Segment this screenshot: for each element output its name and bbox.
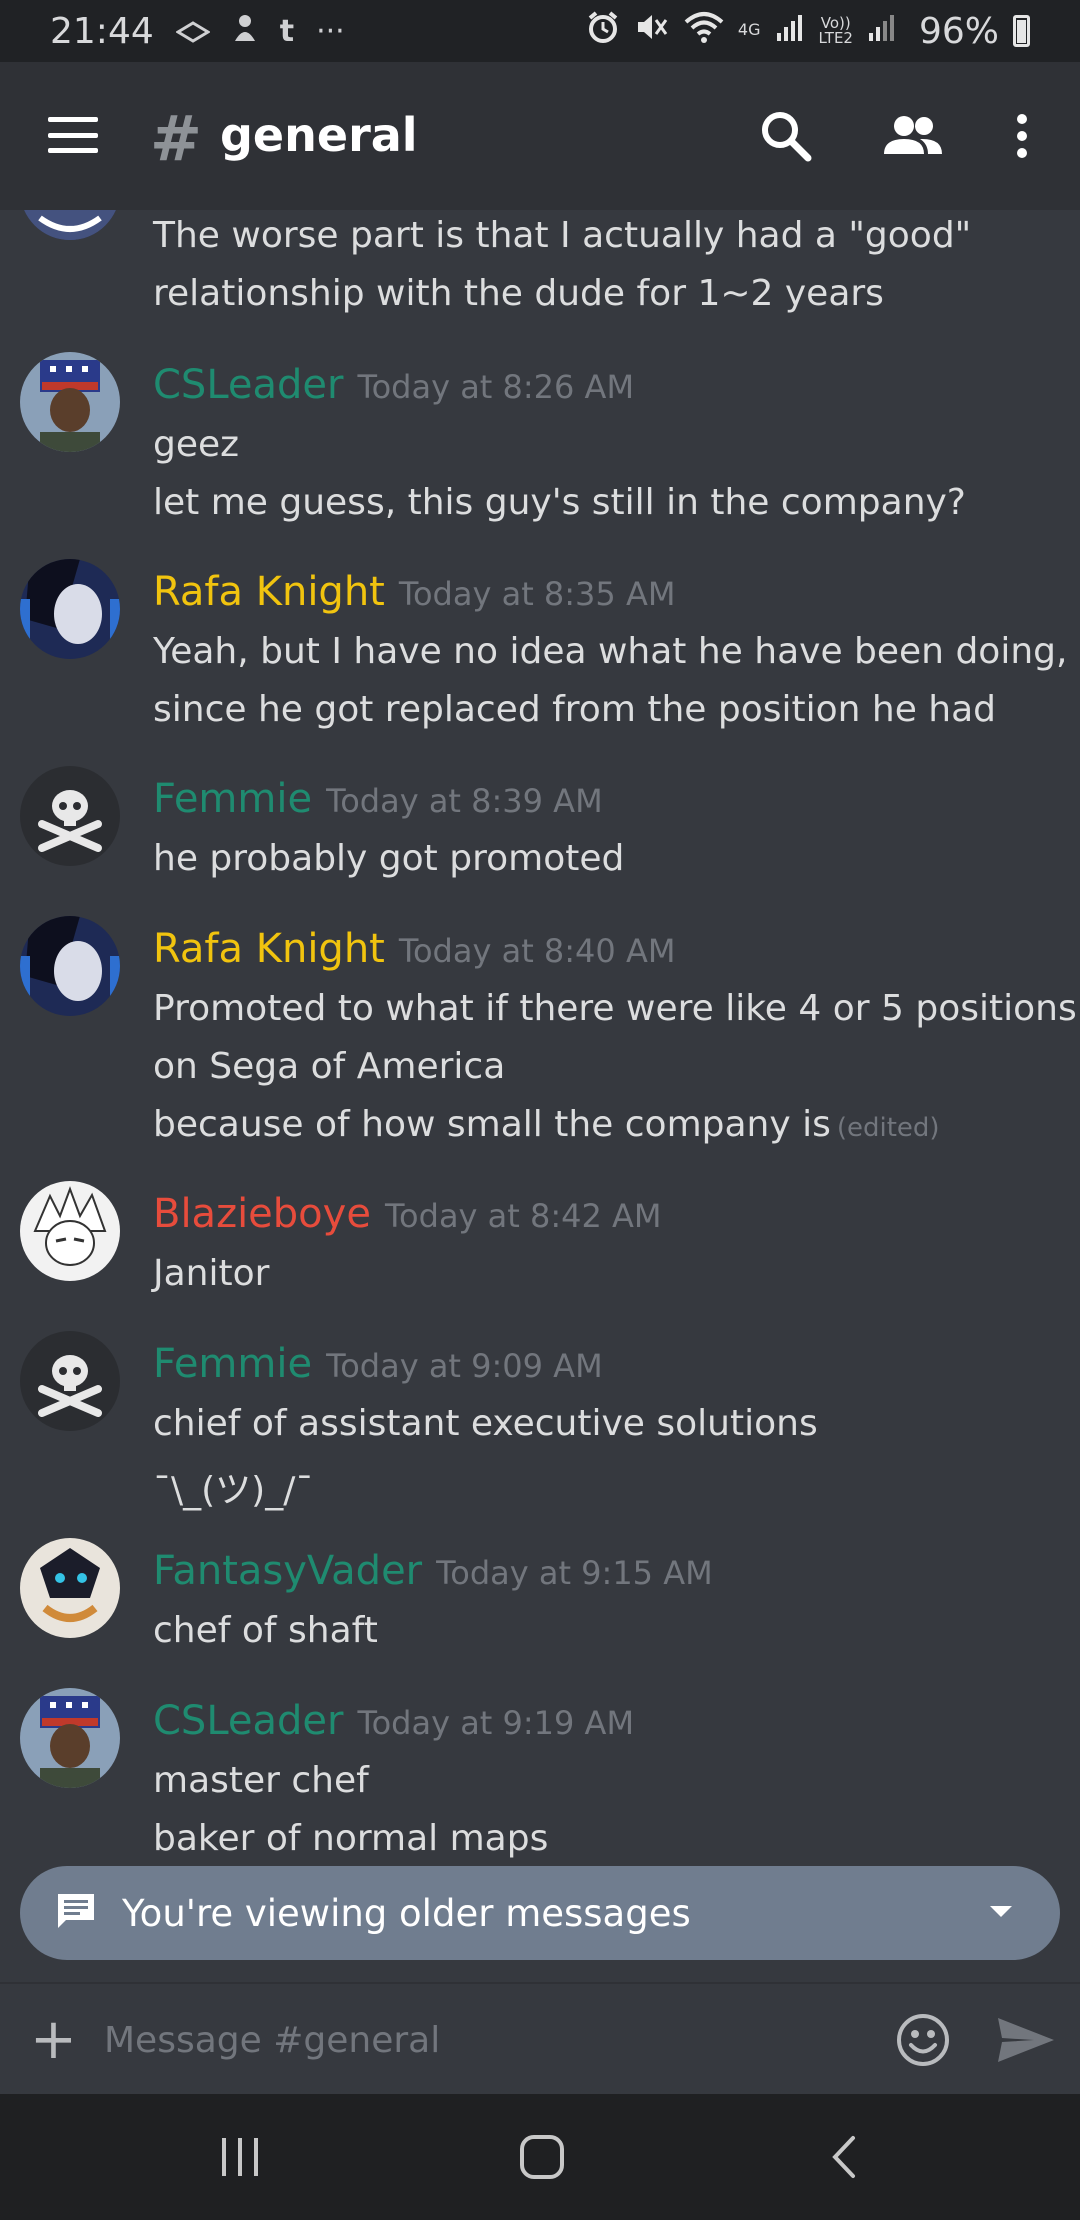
message-text: because of how small the company is (153, 1104, 831, 1145)
author-name[interactable]: Rafa Knight (153, 569, 385, 615)
message-line: since he got replaced from the position … (153, 689, 997, 730)
message-line: The worse part is that I actually had a … (153, 215, 972, 256)
message-line: geez (153, 424, 240, 465)
search-icon[interactable] (756, 106, 816, 166)
menu-icon[interactable] (48, 117, 98, 153)
author-name[interactable]: Blazieboye (153, 1191, 371, 1237)
signal-icon (775, 11, 805, 52)
signal-2-icon (867, 11, 897, 52)
members-icon[interactable] (880, 106, 946, 166)
message-line: relationship with the dude for 1~2 years (153, 273, 884, 314)
more-options-icon[interactable] (1000, 106, 1044, 166)
avatar[interactable] (20, 916, 120, 1016)
message-timestamp: Today at 8:40 AM (398, 932, 676, 970)
message-header: CSLeader Today at 8:26 AM (153, 362, 634, 408)
message-line: ¯\_(ツ)_/¯ (153, 1470, 314, 1511)
back-icon[interactable] (815, 2132, 875, 2182)
message-icon (54, 1890, 98, 1936)
tumblr-icon: t (279, 13, 295, 49)
avatar[interactable] (20, 766, 120, 866)
wifi-icon (684, 10, 724, 53)
volte-indicator: Vo)) LTE2 (819, 16, 853, 46)
message-timestamp: Today at 9:09 AM (326, 1347, 603, 1385)
message-line: chief of assistant executive solutions (153, 1403, 818, 1444)
author-name[interactable]: Femmie (153, 776, 312, 822)
system-nav-bar (0, 2094, 1080, 2220)
message-line: master chef (153, 1760, 369, 1801)
author-name[interactable]: FantasyVader (153, 1548, 422, 1594)
send-icon[interactable] (996, 2014, 1056, 2066)
older-messages-banner[interactable]: You're viewing older messages (20, 1866, 1060, 1960)
message-timestamp: Today at 9:19 AM (357, 1704, 635, 1742)
message-line: baker of normal maps (153, 1818, 549, 1859)
lte2-label: LTE2 (818, 29, 853, 47)
message-timestamp: Today at 9:15 AM (436, 1554, 713, 1592)
alarm-icon (586, 10, 620, 53)
author-name[interactable]: Femmie (153, 1341, 312, 1387)
message-header: Rafa Knight Today at 8:35 AM (153, 569, 675, 615)
message-header: Blazieboye Today at 8:42 AM (153, 1191, 662, 1237)
message-line: he probably got promoted (153, 838, 625, 879)
emoji-icon[interactable] (895, 2012, 951, 2068)
avatar[interactable] (20, 1688, 120, 1788)
message-header: FantasyVader Today at 9:15 AM (153, 1548, 713, 1594)
message-line: because of how small the company is (edit… (153, 1104, 940, 1145)
battery-percent: 96% (918, 10, 999, 52)
message-line: let me guess, this guy's still in the co… (153, 482, 966, 523)
edited-label: (edited) (836, 1113, 940, 1143)
mute-icon (634, 10, 670, 53)
avatar[interactable] (20, 352, 120, 452)
author-name[interactable]: CSLeader (153, 1698, 343, 1744)
avatar[interactable] (20, 210, 120, 240)
message-timestamp: Today at 8:35 AM (398, 575, 676, 613)
channel-header: # general (0, 62, 1080, 210)
message-composer: + (0, 1982, 1080, 2094)
avatar[interactable] (20, 1538, 120, 1638)
channel-title[interactable]: general (220, 108, 418, 162)
message-header: Rafa Knight Today at 8:40 AM (153, 926, 675, 972)
add-attachment-button[interactable]: + (30, 2012, 77, 2068)
author-name[interactable]: Rafa Knight (153, 926, 385, 972)
squirrel-icon (232, 11, 258, 52)
status-bar: 21:44 t ··· 4G Vo)) LTE2 96% (0, 0, 1080, 62)
network-4g-label: 4G (737, 19, 761, 39)
message-header: CSLeader Today at 9:19 AM (153, 1698, 634, 1744)
channel-hash-icon: # (150, 102, 202, 175)
message-timestamp: Today at 8:42 AM (384, 1197, 662, 1235)
message-line: on Sega of America (153, 1046, 506, 1087)
battery-icon (1013, 15, 1030, 47)
message-line: chef of shaft (153, 1610, 378, 1651)
author-name[interactable]: CSLeader (153, 362, 343, 408)
clock: 21:44 (50, 10, 154, 52)
message-line: Yeah, but I have no idea what he have be… (153, 631, 1068, 672)
home-icon[interactable] (512, 2132, 572, 2182)
older-messages-text: You're viewing older messages (122, 1891, 691, 1935)
chevron-down-icon[interactable] (990, 1906, 1012, 1917)
more-dots-icon: ··· (316, 13, 345, 49)
message-list[interactable]: The worse part is that I actually had a … (0, 210, 1080, 1980)
avatar[interactable] (20, 1331, 120, 1431)
message-timestamp: Today at 8:26 AM (357, 368, 635, 406)
avatar[interactable] (20, 559, 120, 659)
message-line: Janitor (153, 1253, 270, 1294)
recent-apps-icon[interactable] (210, 2132, 270, 2182)
message-header: Femmie Today at 8:39 AM (153, 776, 603, 822)
message-input[interactable] (104, 2010, 864, 2070)
message-line: Promoted to what if there were like 4 or… (153, 988, 1077, 1029)
diamond-icon (174, 11, 211, 52)
message-timestamp: Today at 8:39 AM (326, 782, 603, 820)
message-header: Femmie Today at 9:09 AM (153, 1341, 603, 1387)
avatar[interactable] (20, 1181, 120, 1281)
